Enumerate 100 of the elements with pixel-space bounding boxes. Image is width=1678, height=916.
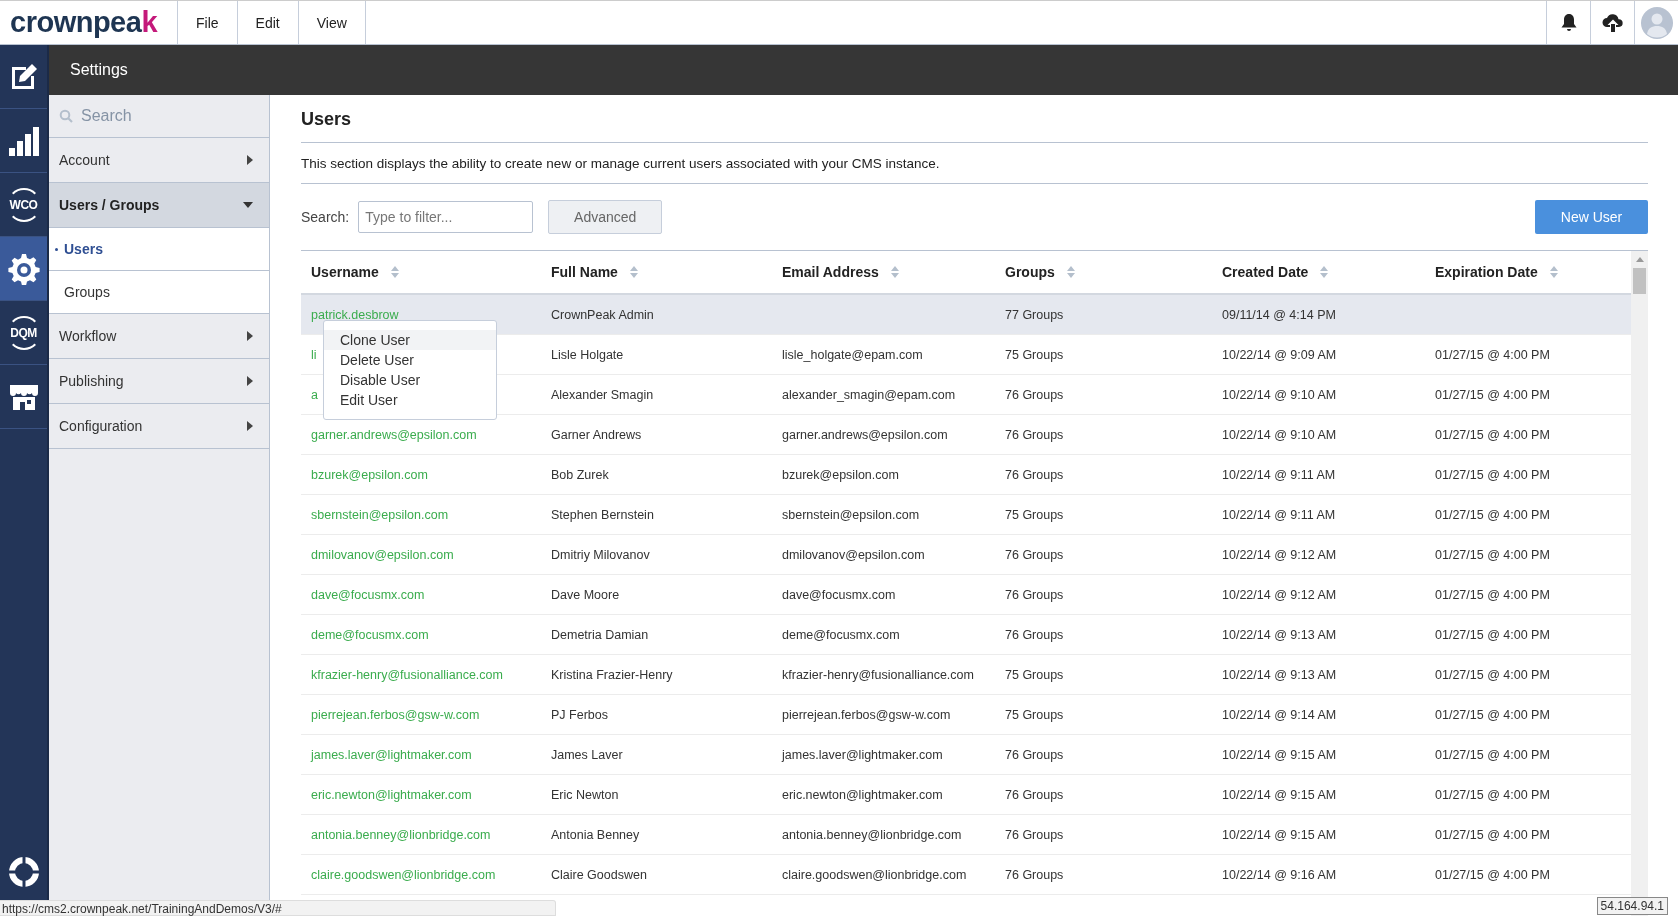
column-header[interactable]: Full Name — [541, 251, 772, 293]
table-cell: Antonia Benney — [551, 827, 640, 842]
search-field[interactable]: Search — [79, 106, 253, 126]
settings-icon — [7, 252, 40, 285]
rail-label: DQM — [6, 315, 41, 350]
table-cell: 01/27/15 @ 4:00 PM — [1435, 587, 1550, 602]
table-row[interactable]: sbernstein@epsilon.com Stephen Bernstein sbernstein@epsilon.com 75 Groups 10/22/14 @ 9:11 AM 01/27/15 @ 4:00 PM — [301, 495, 1631, 535]
table-cell: 09/11/14 @ 4:14 PM — [1222, 307, 1336, 322]
scroll-up-icon[interactable] — [1635, 257, 1644, 262]
table-cell: 10/22/14 @ 9:15 AM — [1222, 747, 1337, 762]
table-cell: 01/27/15 @ 4:00 PM — [1435, 547, 1550, 562]
table-cell: 01/27/15 @ 4:00 PM — [1435, 387, 1550, 402]
table-cell: 10/22/14 @ 9:16 AM — [1222, 867, 1337, 882]
column-header[interactable]: Groups — [995, 251, 1212, 293]
nav-item[interactable]: Configuration — [49, 404, 269, 449]
menu-option[interactable]: Clone User — [324, 330, 496, 350]
sort-icon[interactable] — [1320, 266, 1329, 278]
table-cell: 10/22/14 @ 9:13 AM — [1222, 667, 1337, 682]
sort-icon[interactable] — [390, 266, 399, 278]
sort-icon[interactable] — [890, 266, 899, 278]
rail-button[interactable]: DQM — [0, 301, 47, 365]
table-row[interactable]: dave@focusmx.com Dave Moore dave@focusmx.com 76 Groups 10/22/14 @ 9:12 AM 01/27/15 @ 4:00 PM — [301, 575, 1631, 615]
sort-icon[interactable] — [1549, 266, 1558, 278]
table-cell: 75 Groups — [1005, 707, 1064, 722]
sort-icon[interactable] — [629, 266, 638, 278]
nav-subitem[interactable]: Users — [49, 228, 269, 271]
nav-item[interactable]: Users / Groups — [49, 183, 269, 228]
rail-label: WCO — [6, 187, 41, 222]
caret-right-icon — [247, 421, 253, 431]
help-icon[interactable] — [7, 856, 40, 888]
table-row[interactable]: pierrejean.ferbos@gsw-w.com PJ Ferbos pierrejean.ferbos@gsw-w.com 75 Groups 10/22/14 @ 9:14 AM 01/27/15 @ 4:00 PM — [301, 695, 1631, 735]
table-cell: 76 Groups — [1005, 627, 1064, 642]
table-row[interactable]: patrick.desbrow CrownPeak Admin 77 Groups 09/11/14 @ 4:14 PM — [301, 295, 1631, 335]
table-cell: 75 Groups — [1005, 347, 1064, 362]
table-cell: lisle_holgate@epam.com — [782, 347, 923, 362]
table-cell: dave@focusmx.com — [782, 587, 896, 602]
table-cell: 10/22/14 @ 9:10 AM — [1222, 387, 1337, 402]
table-cell: 01/27/15 @ 4:00 PM — [1435, 707, 1550, 722]
table-cell: 10/22/14 @ 9:13 AM — [1222, 627, 1337, 642]
table-cell: 01/27/15 @ 4:00 PM — [1435, 827, 1550, 842]
table-cell: Claire Goodswen — [551, 867, 647, 882]
table-cell: 01/27/15 @ 4:00 PM — [1435, 427, 1550, 442]
table-cell: 10/22/14 @ 9:15 AM — [1222, 827, 1337, 842]
table-cell: 76 Groups — [1005, 547, 1064, 562]
table-cell: Stephen Bernstein — [551, 507, 654, 522]
advanced-button[interactable]: Advanced — [548, 200, 663, 234]
table-cell: Garner Andrews — [551, 427, 642, 442]
table-cell: 77 Groups — [1005, 307, 1064, 322]
nav-item[interactable]: Publishing — [49, 359, 269, 404]
table-cell: 01/27/15 @ 4:00 PM — [1435, 467, 1550, 482]
table-row[interactable]: deme@focusmx.com Demetria Damian deme@focusmx.com 76 Groups 10/22/14 @ 9:13 AM 01/27/15 @ 4:00 PM — [301, 615, 1631, 655]
table-cell: 10/22/14 @ 9:14 AM — [1222, 707, 1337, 722]
table-cell: Demetria Damian — [551, 627, 649, 642]
page-title: Settings — [70, 61, 128, 79]
nav-subitem[interactable]: Groups — [49, 271, 269, 314]
table-row[interactable]: bzurek@epsilon.com Bob Zurek bzurek@epsilon.com 76 Groups 10/22/14 @ 9:11 AM 01/27/15 @ 4:00 PM — [301, 455, 1631, 495]
table-cell: Alexander Smagin — [551, 387, 654, 402]
filter-field[interactable]: Type to filter... — [358, 201, 534, 233]
table-row[interactable]: eric.newton@lightmaker.com Eric Newton eric.newton@lightmaker.com 76 Groups 10/22/14 @ 9:15 AM 01/27/15 @ 4:00 PM — [301, 775, 1631, 815]
table-cell: 76 Groups — [1005, 827, 1064, 842]
avatar-icon[interactable] — [1640, 6, 1673, 39]
menu-option[interactable]: Delete User — [324, 350, 496, 370]
sort-icon[interactable] — [1066, 266, 1075, 278]
table-cell: antonia.benney@lionbridge.com — [782, 827, 962, 842]
column-header[interactable]: Username — [301, 251, 541, 293]
menu-option[interactable]: Edit User — [324, 390, 496, 410]
table-cell: garner.andrews@epsilon.com — [782, 427, 948, 442]
ip-address: 54.164.94.1 — [1596, 897, 1668, 915]
table-row[interactable]: kfrazier-henry@fusionalliance.com Kristina Frazier-Henry kfrazier-henry@fusionalliance.com 75 Groups 10/22/14 @ 9:13 AM 01/27/15 @ 4:00 PM — [301, 655, 1631, 695]
table-cell: alexander_smagin@epam.com — [782, 387, 956, 402]
table-cell: Eric Newton — [551, 787, 619, 802]
table-cell: pierrejean.ferbos@gsw-w.com — [782, 707, 951, 722]
store-icon — [8, 382, 39, 411]
table-cell: 76 Groups — [1005, 867, 1064, 882]
table-cell: 01/27/15 @ 4:00 PM — [1435, 667, 1550, 682]
caret-right-icon — [247, 331, 253, 341]
table-cell: 01/27/15 @ 4:00 PM — [1435, 507, 1550, 522]
table-cell: 01/27/15 @ 4:00 PM — [1435, 787, 1550, 802]
column-header[interactable]: Created Date — [1212, 251, 1425, 293]
table-row[interactable]: antonia.benney@lionbridge.com Antonia Benney antonia.benney@lionbridge.com 76 Groups 10/22/14 @ 9:15 AM 01/27/15 @ 4:00 PM — [301, 815, 1631, 855]
table-cell: Dave Moore — [551, 587, 620, 602]
table-row[interactable]: claire.goodswen@lionbridge.com Claire Goodswen claire.goodswen@lionbridge.com 76 Groups 10/22/14 @ 9:16 AM 01/27/15 @ 4:00 PM — [301, 855, 1631, 895]
table-cell: 01/27/15 @ 4:00 PM — [1435, 347, 1550, 362]
table-cell: sbernstein@epsilon.com — [782, 507, 920, 522]
scroll-thumb[interactable] — [1633, 268, 1646, 294]
section-description: This section displays the ability to create new or manage current users associated with your CMS instance. — [301, 156, 941, 171]
table-cell: Bob Zurek — [551, 467, 609, 482]
table-cell: 01/27/15 @ 4:00 PM — [1435, 627, 1550, 642]
table-cell: 10/22/14 @ 9:12 AM — [1222, 587, 1337, 602]
table-cell: Kristina Frazier-Henry — [551, 667, 673, 682]
column-header[interactable]: Email Address — [772, 251, 995, 293]
table-cell: 76 Groups — [1005, 427, 1064, 442]
table-row[interactable]: james.laver@lightmaker.com James Laver james.laver@lightmaker.com 76 Groups 10/22/14 @ 9:15 AM 01/27/15 @ 4:00 PM — [301, 735, 1631, 775]
table-row[interactable]: dmilovanov@epsilon.com Dmitriy Milovanov dmilovanov@epsilon.com 76 Groups 10/22/14 @ 9:12 AM 01/27/15 @ 4:00 PM — [301, 535, 1631, 575]
nav-item[interactable]: Workflow — [49, 314, 269, 359]
caret-right-icon — [247, 155, 253, 165]
table-cell: 76 Groups — [1005, 787, 1064, 802]
table-cell: 76 Groups — [1005, 747, 1064, 762]
caret-right-icon — [247, 376, 253, 386]
column-header[interactable]: Expiration Date — [1425, 251, 1631, 293]
